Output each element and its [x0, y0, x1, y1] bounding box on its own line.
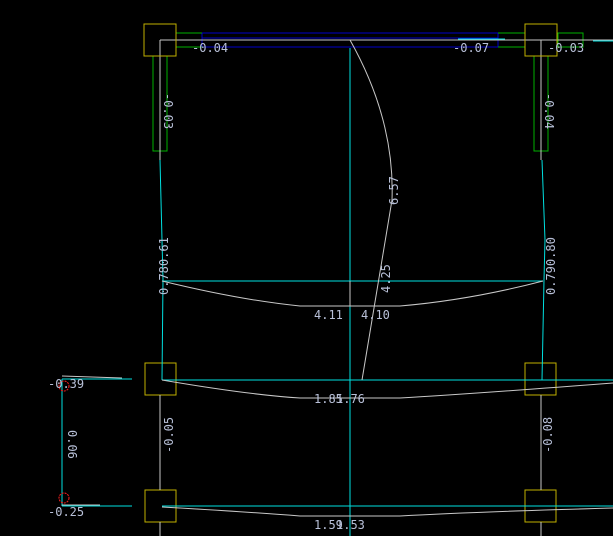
label-left-end: 0.780.61: [157, 237, 171, 295]
label-mid-left: 4.11: [314, 308, 343, 322]
label-right-wall: -0.04: [542, 93, 556, 129]
label-left-column: -0.05: [162, 417, 176, 453]
column: [524, 362, 557, 396]
label-beam2-right: 1.76: [336, 392, 365, 406]
label-left-wall: -0.03: [161, 93, 175, 129]
label-right-column: -0.08: [541, 417, 555, 453]
label-cantilever-bottom: -0.25: [48, 505, 84, 519]
label-beam3-right: 1.53: [336, 518, 365, 532]
label-top-mid: -0.07: [453, 41, 489, 55]
label-mid-right: 4.10: [361, 308, 390, 322]
label-top-left: -0.04: [192, 41, 228, 55]
label-vertical-span: 6.57: [387, 176, 401, 205]
structural-moment-diagram: -0.04 -0.07 -0.03 -0.03 -0.04 6.57 4.25 …: [48, 23, 613, 536]
column: [144, 362, 177, 396]
axis-lines: [61, 48, 613, 536]
cad-drawing-canvas[interactable]: -0.04 -0.07 -0.03 -0.03 -0.04 6.57 4.25 …: [0, 0, 613, 536]
label-cantilever-span: 0.06: [65, 430, 79, 459]
label-top-right: -0.03: [548, 41, 584, 55]
label-vertical-span-2: 4.25: [379, 264, 393, 293]
label-right-end: 0.790.80: [544, 237, 558, 295]
moment-curves: [61, 39, 613, 536]
support-marker: [58, 492, 70, 504]
label-cantilever-top: -0.39: [48, 377, 84, 391]
